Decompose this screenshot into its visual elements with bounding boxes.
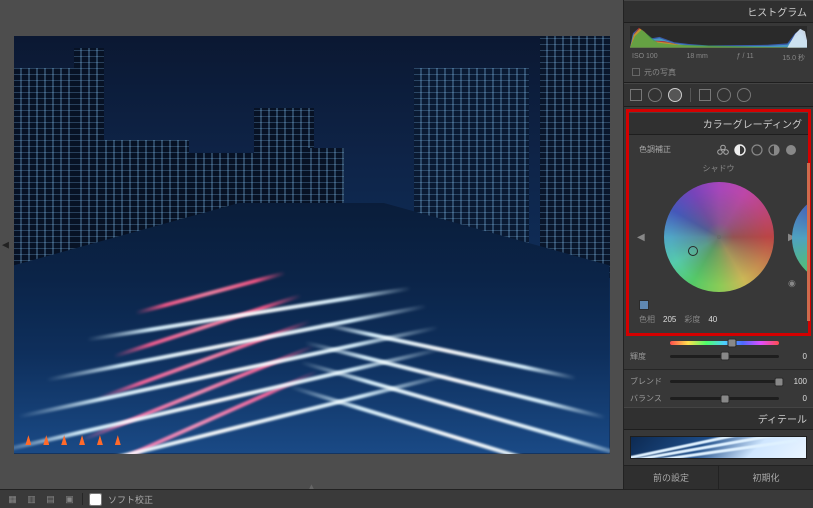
expand-left-panel-icon[interactable]: ◀	[2, 239, 9, 250]
midtone-wheel-peek[interactable]	[792, 193, 808, 283]
panel-accent-strip	[807, 163, 810, 321]
detail-title: ディテール	[758, 411, 807, 426]
sat-label: 彩度	[684, 314, 700, 325]
image-preview-pane[interactable]: ◀	[0, 0, 623, 489]
luminance-label: 輝度	[630, 351, 664, 362]
shadows-color-wheel[interactable]	[664, 182, 774, 292]
before-after-h-icon[interactable]: ▥	[25, 493, 38, 506]
local-adjustment-toolstrip	[624, 83, 813, 107]
sat-value[interactable]: 40	[708, 315, 717, 324]
reset-button[interactable]: 初期化	[718, 466, 813, 489]
radial-tool-icon[interactable]	[717, 88, 731, 102]
soft-proof-checkbox[interactable]	[89, 493, 102, 506]
preview-image	[14, 36, 610, 454]
soft-proof-label: ソフト校正	[108, 493, 153, 506]
filmstrip-toggle-icon[interactable]: ▲	[305, 482, 319, 487]
highlights-mode-icon[interactable]	[767, 143, 781, 157]
detail-preview-thumb[interactable]	[630, 436, 807, 459]
color-grading-header[interactable]: カラーグレーディング	[629, 112, 808, 135]
blend-value[interactable]: 100	[785, 377, 807, 386]
original-photo-checkbox[interactable]	[632, 68, 640, 76]
meta-iso: ISO 100	[632, 53, 658, 63]
detail-panel-header[interactable]: ディテール	[624, 407, 813, 430]
spot-tool-icon[interactable]	[648, 88, 662, 102]
meta-aperture: ƒ / 11	[737, 53, 754, 63]
blend-label: ブレンド	[630, 376, 664, 387]
histogram-metadata: ISO 100 18 mm ƒ / 11 15.0 秒	[624, 51, 813, 67]
bottom-toolbar: ▦ ▥ ▤ ▣ ソフト校正	[0, 489, 813, 508]
redeye-tool-icon[interactable]	[668, 88, 682, 102]
meta-focal: 18 mm	[686, 53, 707, 63]
loupe-view-icon[interactable]: ▦	[6, 493, 19, 506]
hue-value[interactable]: 205	[663, 315, 676, 324]
brush-tool-icon[interactable]	[737, 88, 751, 102]
shadows-mode-icon[interactable]	[733, 143, 747, 157]
adjust-label: 色調補正	[639, 144, 671, 155]
hue-strip-slider[interactable]	[670, 341, 779, 345]
balance-value[interactable]: 0	[785, 394, 807, 403]
luminance-value[interactable]: 0	[785, 352, 807, 361]
balance-label: バランス	[630, 393, 664, 404]
color-grading-section: カラーグレーディング 色調補正	[626, 109, 811, 336]
hue-label: 色相	[639, 314, 655, 325]
develop-side-panel: ヒストグラム ISO 100 18 mm ƒ / 11 15.0 秒 元の写真	[623, 0, 813, 489]
blend-slider[interactable]	[670, 380, 779, 383]
three-way-mode-icon[interactable]	[716, 143, 730, 157]
luminance-slider[interactable]	[670, 355, 779, 358]
color-grading-subtab-label: シャドウ	[635, 163, 802, 178]
balance-slider[interactable]	[670, 397, 779, 400]
wheel-prev-icon[interactable]: ◀	[637, 232, 649, 244]
previous-settings-button[interactable]: 前の設定	[624, 466, 718, 489]
before-after-v-icon[interactable]: ▤	[44, 493, 57, 506]
histogram-title: ヒストグラム	[747, 4, 807, 19]
original-photo-label: 元の写真	[644, 67, 676, 78]
color-grading-title: カラーグレーディング	[703, 116, 802, 131]
global-mode-icon[interactable]	[784, 143, 798, 157]
histogram-chart[interactable]	[630, 26, 807, 48]
wheel-center-marker	[717, 235, 721, 239]
midtones-mode-icon[interactable]	[750, 143, 764, 157]
shadows-color-swatch[interactable]	[639, 300, 649, 310]
histogram-panel-header[interactable]: ヒストグラム	[624, 0, 813, 23]
crop-tool-icon[interactable]	[630, 89, 642, 101]
meta-shutter: 15.0 秒	[782, 53, 805, 63]
gradient-tool-icon[interactable]	[699, 89, 711, 101]
wheel-handle[interactable]	[688, 246, 698, 256]
single-view-icon[interactable]: ▣	[63, 493, 76, 506]
